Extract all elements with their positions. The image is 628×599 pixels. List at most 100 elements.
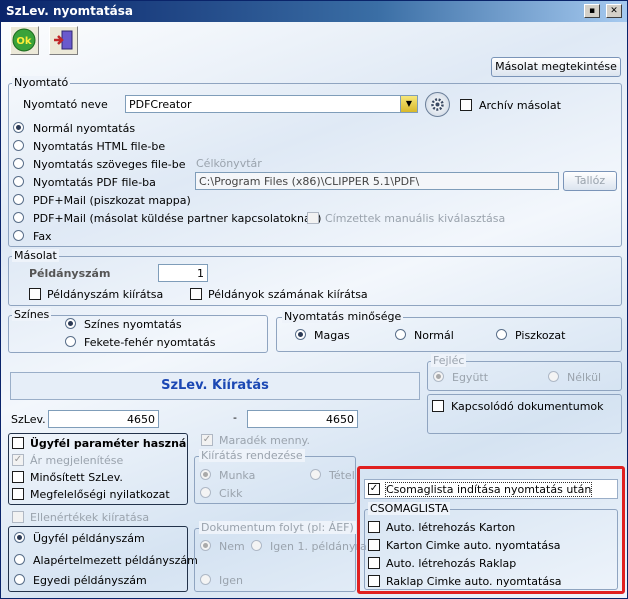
ok-label: Ok xyxy=(16,36,32,47)
chevron-down-icon[interactable]: ▼ xyxy=(400,96,417,112)
window-title: SzLev. nyomtatása xyxy=(6,4,134,18)
manual-recipients-checkbox[interactable] xyxy=(307,212,319,224)
ok-icon: Ok xyxy=(12,28,36,52)
option-normal-print: Normál nyomtatás xyxy=(33,122,136,135)
remaining-qty-label: Maradék menny. xyxy=(219,434,310,447)
package-list-start-label: Csomaglista indítása nyomtatás után xyxy=(384,482,593,497)
radio-fax[interactable] xyxy=(13,230,24,241)
radio-sort-item[interactable] xyxy=(310,469,321,480)
doc-continuous-group-label: Dokumentum folyt (pl: ÁEF) xyxy=(199,521,356,534)
radio-doc-first-copy[interactable] xyxy=(251,540,262,551)
auto-create-carton-label: Auto. létrehozás Karton xyxy=(386,521,516,534)
preview-copy-button[interactable]: Másolat megtekintése xyxy=(491,57,621,77)
customer-copies-label: Ügyfél példányszám xyxy=(33,532,145,545)
radio-custom-copies[interactable] xyxy=(14,574,25,585)
radio-doc-yes[interactable] xyxy=(200,574,211,585)
printer-name-value: PDFCreator xyxy=(129,98,192,111)
minimize-icon[interactable]: ▪ xyxy=(584,4,600,18)
option-text-print: Nyomtatás szöveges file-be xyxy=(33,158,186,171)
printer-settings-icon xyxy=(431,98,444,111)
radio-text-print[interactable] xyxy=(13,158,24,169)
conformity-checkbox[interactable] xyxy=(12,488,24,500)
qualified-label: Minősített SzLev. xyxy=(30,471,123,484)
counter-values-checkbox[interactable] xyxy=(12,511,24,523)
remaining-qty-checkbox[interactable]: ✓ xyxy=(201,434,213,446)
radio-default-copies[interactable] xyxy=(14,554,25,565)
print-count-checkbox[interactable] xyxy=(29,288,41,300)
browse-button[interactable]: Tallóz xyxy=(563,171,617,191)
radio-quality-high[interactable] xyxy=(295,329,306,340)
copies-group-label: Másolat xyxy=(12,249,59,262)
header-together-label: Együtt xyxy=(452,371,489,384)
ok-button[interactable]: Ok xyxy=(10,26,39,55)
custom-copies-label: Egyedi példányszám xyxy=(33,574,147,587)
show-price-checkbox[interactable]: ✓ xyxy=(12,454,24,466)
radio-header-without[interactable] xyxy=(548,371,559,382)
title-bar: SzLev. nyomtatása ▪ ✕ xyxy=(1,1,627,22)
radio-quality-normal[interactable] xyxy=(395,329,406,340)
sort-group-label: Kiírátás rendezése xyxy=(199,449,305,462)
range-to-input[interactable]: 4650 xyxy=(247,410,358,428)
radio-doc-no[interactable] xyxy=(200,540,211,551)
color-print-label: Színes nyomtatás xyxy=(84,318,182,331)
printer-name-label: Nyomtató neve xyxy=(23,98,108,111)
header-group-label: Fejléc xyxy=(431,354,467,367)
package-list-group-label: CSOMAGLISTA xyxy=(368,502,451,515)
pallet-label-print-checkbox[interactable] xyxy=(368,575,380,587)
printer-settings-button[interactable] xyxy=(425,92,450,117)
printer-name-select[interactable]: PDFCreator ▼ xyxy=(125,95,418,113)
radio-pdf-mail-partner[interactable] xyxy=(13,212,24,223)
option-pdf-print: Nyomtatás PDF file-ba xyxy=(33,176,156,189)
range-from-label: SzLev. xyxy=(11,413,46,426)
radio-sort-article[interactable] xyxy=(200,487,211,498)
quality-group-label: Nyomtatás minősége xyxy=(282,310,404,323)
print-copies-count-checkbox[interactable] xyxy=(190,288,202,300)
option-fax: Fax xyxy=(33,230,52,243)
range-from-input[interactable]: 4650 xyxy=(48,410,159,428)
radio-bw-print[interactable] xyxy=(65,336,76,347)
color-group-label: Színes xyxy=(12,308,52,321)
radio-normal-print[interactable] xyxy=(13,122,24,133)
auto-create-carton-checkbox[interactable] xyxy=(368,521,380,533)
counter-values-label: Ellenértékek kiíratása xyxy=(30,511,150,524)
radio-quality-draft[interactable] xyxy=(496,329,507,340)
pallet-label-print-label: Raklap Cimke auto. nyomtatása xyxy=(386,575,562,588)
print-count-label: Példányszám kiírátsa xyxy=(47,288,164,301)
related-docs-checkbox[interactable] xyxy=(432,400,444,412)
sort-work-label: Munka xyxy=(219,469,256,482)
copy-count-input[interactable]: 1 xyxy=(158,264,208,282)
target-dir-label: Célkönyvtár xyxy=(196,157,262,170)
doc-yes-label: Igen xyxy=(219,574,243,587)
exit-door-icon xyxy=(54,30,73,50)
range-separator: - xyxy=(233,411,237,424)
radio-sort-work[interactable] xyxy=(200,469,211,480)
exit-button[interactable] xyxy=(49,26,78,55)
radio-header-together[interactable] xyxy=(433,371,444,382)
printer-group-label: Nyomtató xyxy=(12,76,71,89)
header-without-label: Nélkül xyxy=(567,371,602,384)
radio-pdf-print[interactable] xyxy=(13,176,24,187)
target-dir-field[interactable]: C:\Program Files (x86)\CLIPPER 5.1\PDF\ xyxy=(195,172,559,190)
auto-create-pallet-checkbox[interactable] xyxy=(368,557,380,569)
archive-copy-checkbox[interactable] xyxy=(460,99,472,111)
close-icon[interactable]: ✕ xyxy=(606,4,622,18)
customer-params-title: Ügyfél paraméter használat xyxy=(30,437,186,450)
archive-copy-label: Archív másolat xyxy=(479,99,561,112)
doc-first-copy-label: Igen 1. példányra xyxy=(270,540,367,553)
customer-params-checkbox[interactable] xyxy=(12,437,24,449)
radio-color-print[interactable] xyxy=(65,318,76,329)
radio-html-print[interactable] xyxy=(13,140,24,151)
sort-article-label: Cikk xyxy=(219,487,243,500)
conformity-label: Megfelelőségi nyilatkozat xyxy=(30,488,170,501)
option-pdf-mail-draft: PDF+Mail (piszkozat mappa) xyxy=(33,194,191,207)
quality-draft-label: Piszkozat xyxy=(515,329,566,342)
carton-label-print-label: Karton Cimke auto. nyomtatása xyxy=(386,539,561,552)
qualified-checkbox[interactable] xyxy=(12,471,24,483)
radio-pdf-mail-draft[interactable] xyxy=(13,194,24,205)
carton-label-print-checkbox[interactable] xyxy=(368,539,380,551)
print-copies-count-label: Példányok számának kiírátsa xyxy=(208,288,368,301)
package-list-start-checkbox[interactable]: ✓ xyxy=(368,483,380,495)
radio-customer-copies[interactable] xyxy=(14,532,25,543)
default-copies-label: Alapértelmezett példányszám xyxy=(33,554,198,567)
print-dialog-window: SzLev. nyomtatása ▪ ✕ Ok Másolat megteki… xyxy=(0,0,628,599)
